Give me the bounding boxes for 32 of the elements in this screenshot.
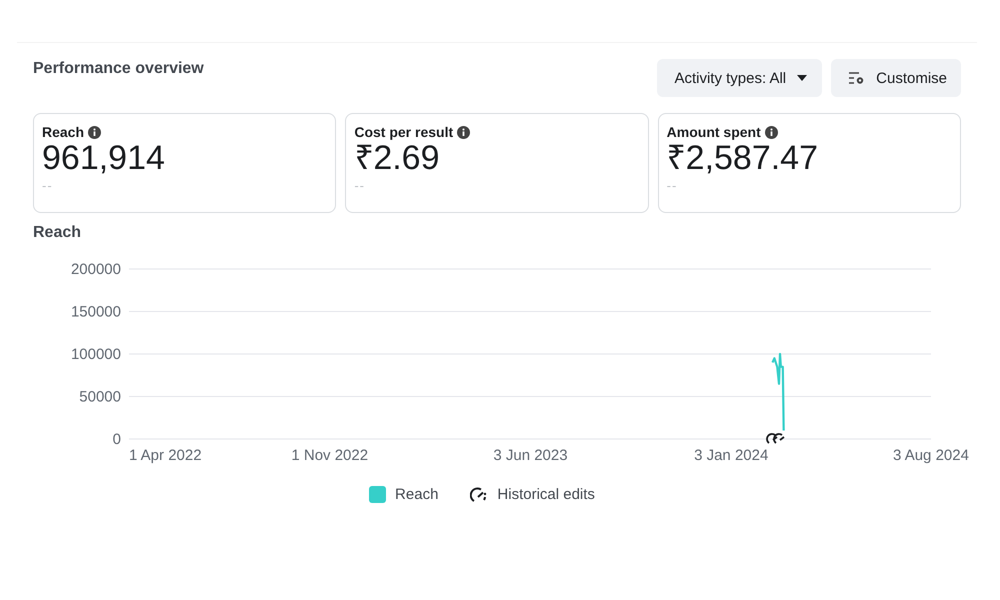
metric-value: 961,914 [42,140,166,176]
info-icon[interactable] [764,126,778,138]
x-axis-label: 1 Apr 2022 [129,447,202,464]
y-axis-label: 50000 [79,388,121,406]
metric-value: ₹2,587.47 [666,140,820,176]
gauge-icon [766,433,778,444]
legend-label: Historical edits [497,486,595,503]
x-axis-label: 3 Aug 2024 [893,447,969,464]
chart-title: Reach [33,224,82,242]
legend-label: Reach [395,486,438,503]
metric-label: Amount spent [666,124,761,140]
metric-comparison: -- [42,178,54,193]
gauge-icon [773,433,785,444]
y-axis-label: 200000 [70,261,121,278]
x-axis-label: 3 Jan 2024 [694,447,768,464]
info-icon[interactable] [88,126,102,138]
metric-comparison: -- [666,178,678,193]
x-axis-label: 1 Nov 2022 [291,447,368,464]
y-axis-label: 100000 [70,346,121,363]
metric-comparison: -- [354,178,366,193]
customise-button[interactable]: Customise [831,59,961,97]
section-title: Performance overview [33,60,204,78]
gauge-icon [470,486,488,502]
x-axis-label: 3 Jun 2023 [493,447,568,464]
metric-label: Reach [42,124,84,140]
caret-icon [796,74,808,82]
info-icon[interactable] [457,126,470,138]
y-axis-label: 0 [112,431,121,448]
metric-value: ₹2.69 [354,140,441,176]
y-axis-label: 150000 [70,304,121,320]
metric-label: Cost per result [354,124,454,140]
activity-types-dropdown[interactable]: Activity types: All [657,59,822,97]
